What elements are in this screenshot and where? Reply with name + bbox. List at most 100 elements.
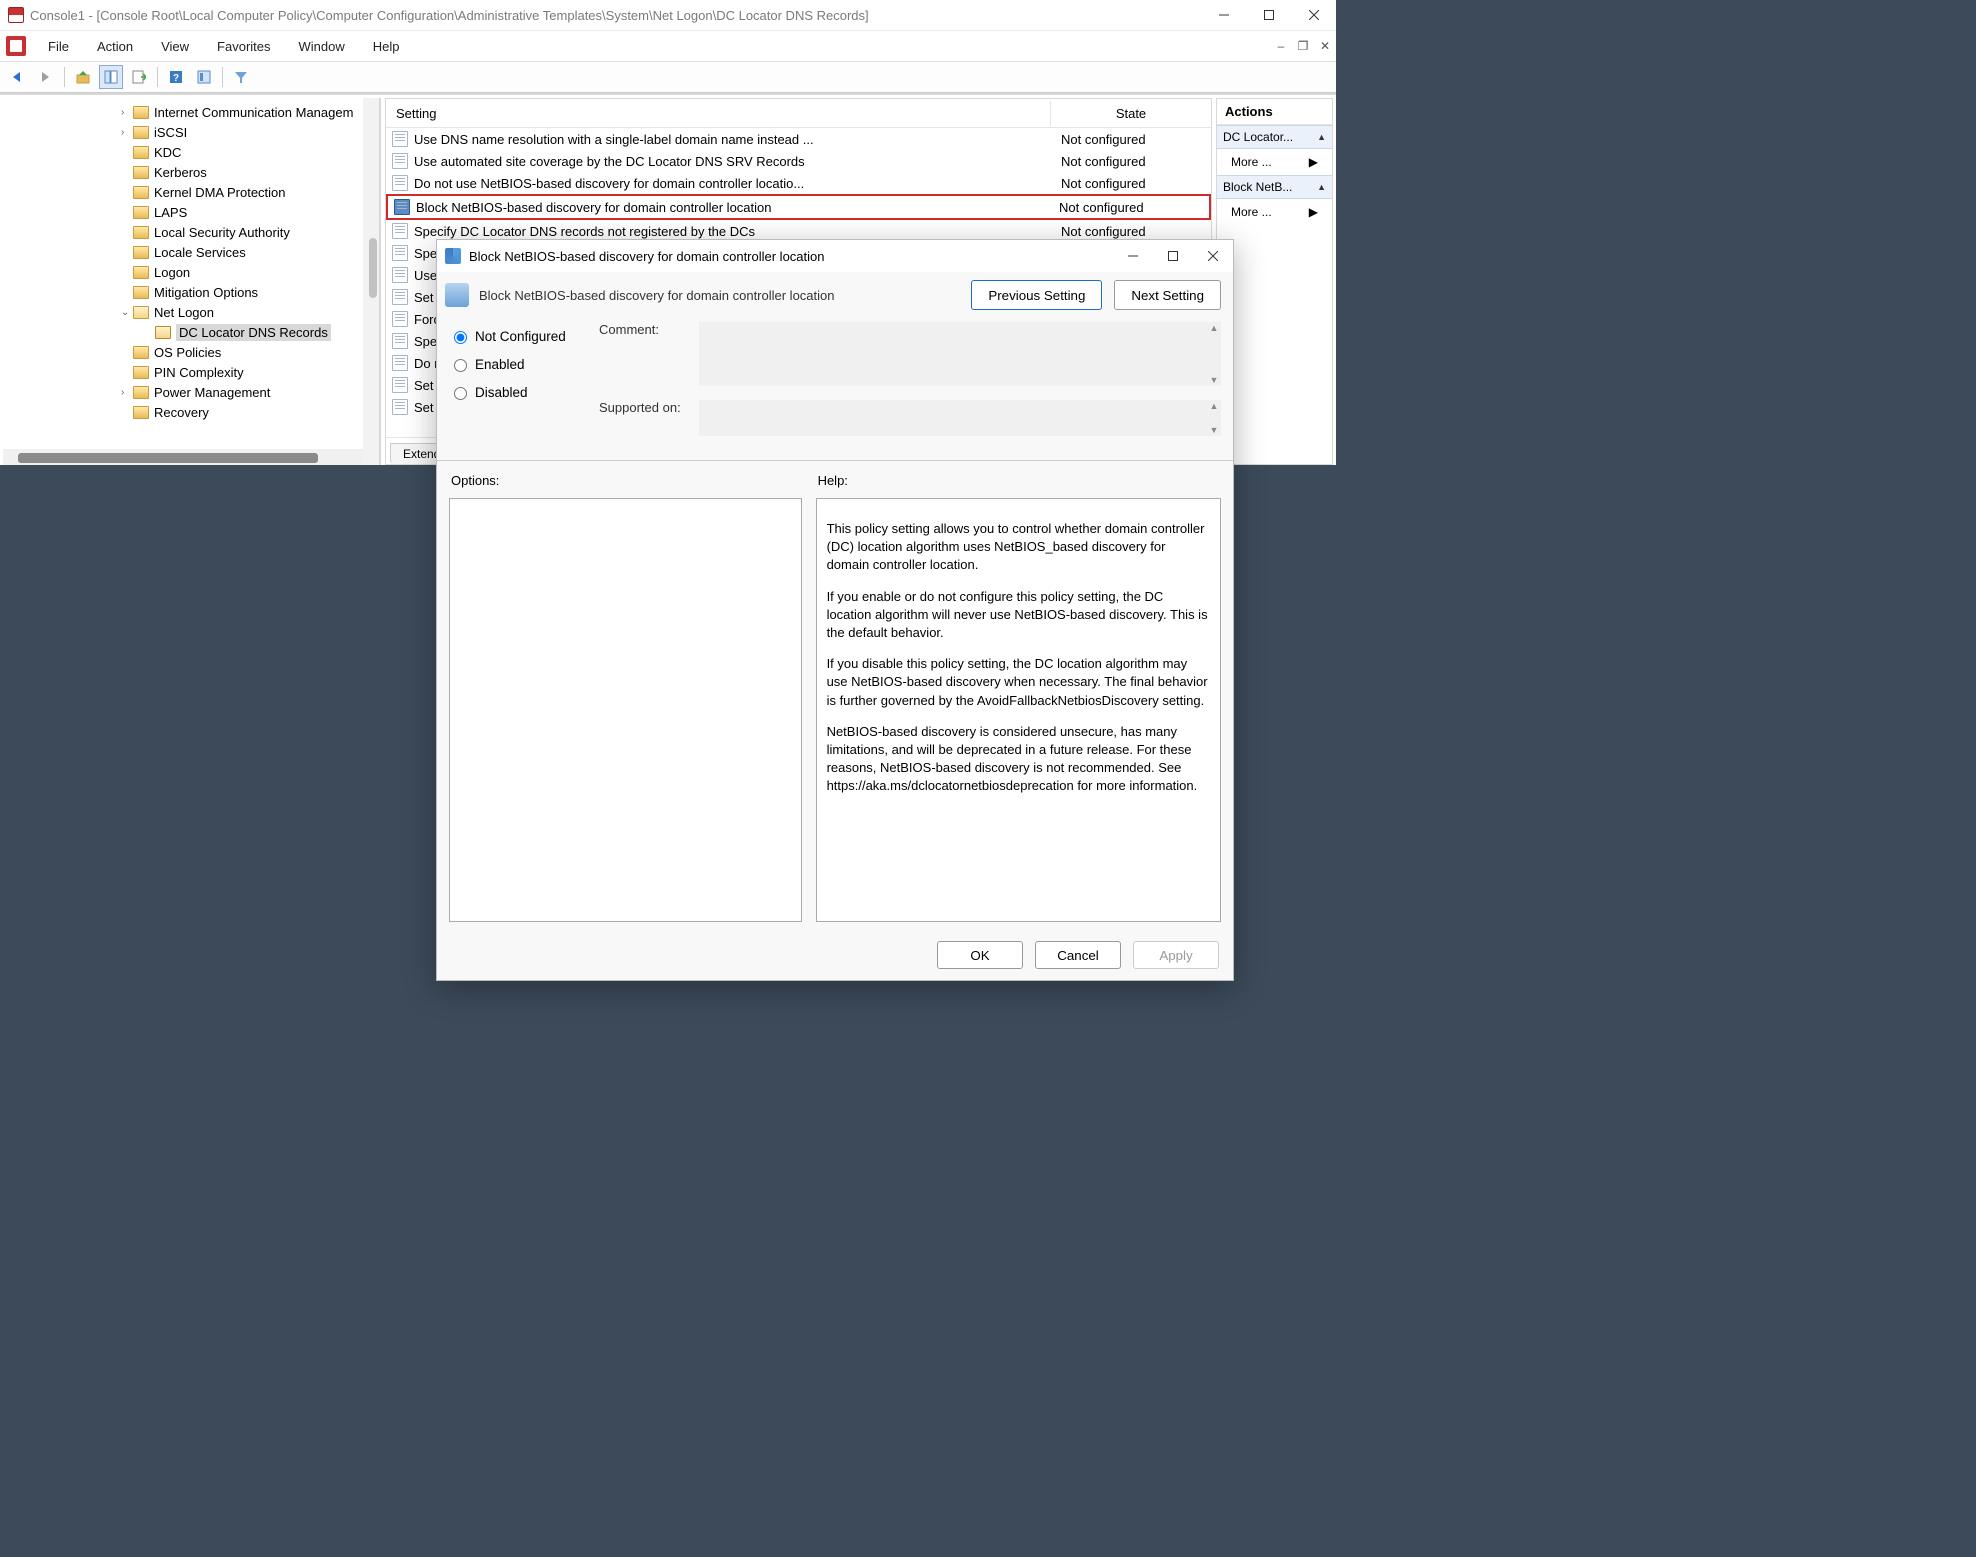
next-setting-button[interactable]: Next Setting: [1114, 280, 1221, 310]
folder-icon: [133, 246, 149, 259]
tree-item-label: Power Management: [154, 385, 270, 400]
tree-item-mitigation-options[interactable]: Mitigation Options: [3, 282, 379, 302]
tree-item-kerberos[interactable]: Kerberos: [3, 162, 379, 182]
menu-help[interactable]: Help: [359, 35, 414, 58]
col-setting[interactable]: Setting: [386, 101, 1051, 126]
dialog-footer: OK Cancel Apply: [437, 930, 1233, 980]
toolbar-separator: [222, 67, 223, 87]
folder-icon: [133, 366, 149, 379]
policy-item-icon: [392, 377, 408, 393]
dialog-header: Block NetBIOS-based discovery for domain…: [437, 272, 1233, 322]
filter-button[interactable]: [229, 65, 253, 89]
tree-item-label: Kerberos: [154, 165, 207, 180]
menu-file[interactable]: File: [34, 35, 83, 58]
policy-item-icon: [392, 267, 408, 283]
comment-textarea[interactable]: ▲▼: [699, 322, 1221, 386]
menu-action[interactable]: Action: [83, 35, 147, 58]
app-icon: [8, 7, 24, 23]
dialog-close-button[interactable]: [1193, 240, 1233, 272]
tree-vscrollbar[interactable]: [363, 98, 379, 465]
list-row-text: Use DNS name resolution with a single-la…: [414, 132, 1051, 147]
folder-icon: [133, 146, 149, 159]
properties-button[interactable]: [192, 65, 216, 89]
export-button[interactable]: [127, 65, 151, 89]
menu-view[interactable]: View: [147, 35, 203, 58]
mdi-controls: – ❐ ✕: [1270, 35, 1336, 57]
tree-item-laps[interactable]: LAPS: [3, 202, 379, 222]
policy-item-icon: [394, 199, 410, 215]
tree-item-power-management[interactable]: ›Power Management: [3, 382, 379, 402]
menu-window[interactable]: Window: [285, 35, 359, 58]
dialog-lower: Options: Help: This policy setting allow…: [437, 461, 1233, 930]
folder-icon: [133, 286, 149, 299]
list-row[interactable]: Use DNS name resolution with a single-la…: [386, 128, 1211, 150]
up-button[interactable]: [71, 65, 95, 89]
list-row[interactable]: Use automated site coverage by the DC Lo…: [386, 150, 1211, 172]
chevron-right-icon: ›: [121, 107, 131, 118]
tree-item-label: PIN Complexity: [154, 365, 244, 380]
previous-setting-button[interactable]: Previous Setting: [971, 280, 1102, 310]
help-box[interactable]: This policy setting allows you to contro…: [816, 498, 1221, 922]
tree-item-label: Logon: [154, 265, 190, 280]
actions-more-2[interactable]: More ... ▶: [1217, 199, 1332, 225]
help-button[interactable]: ?: [164, 65, 188, 89]
mmc-logo-icon: [6, 36, 26, 56]
apply-button[interactable]: Apply: [1133, 941, 1219, 969]
tree-pane: ›Internet Communication Managem›iSCSI KDC…: [3, 98, 381, 465]
mdi-minimize-icon[interactable]: –: [1270, 35, 1292, 57]
list-header: Setting State: [386, 99, 1211, 128]
help-paragraph: If you disable this policy setting, the …: [827, 655, 1210, 710]
folder-icon: [133, 226, 149, 239]
actions-group-dc-locator[interactable]: DC Locator... ▲: [1217, 125, 1332, 149]
tree-item-kdc[interactable]: KDC: [3, 142, 379, 162]
dialog-subtitle: Block NetBIOS-based discovery for domain…: [479, 288, 959, 303]
list-row[interactable]: Do not use NetBIOS-based discovery for d…: [386, 172, 1211, 194]
show-hide-tree-button[interactable]: [99, 65, 123, 89]
help-label: Help:: [816, 469, 1221, 498]
radio-disabled[interactable]: Disabled: [449, 378, 599, 406]
dialog-maximize-button[interactable]: [1153, 240, 1193, 272]
list-row-text: Block NetBIOS-based discovery for domain…: [416, 200, 1049, 215]
tree-item-label: Recovery: [154, 405, 209, 420]
ok-button[interactable]: OK: [937, 941, 1023, 969]
mdi-close-icon[interactable]: ✕: [1314, 35, 1336, 57]
tree-item-label: KDC: [154, 145, 181, 160]
tree-item-label: LAPS: [154, 205, 187, 220]
policy-dialog: Block NetBIOS-based discovery for domain…: [436, 239, 1234, 981]
actions-group-block-netb[interactable]: Block NetB... ▲: [1217, 175, 1332, 199]
back-button[interactable]: [6, 65, 30, 89]
policy-item-icon: [392, 355, 408, 371]
dialog-minimize-button[interactable]: [1113, 240, 1153, 272]
close-button[interactable]: [1291, 0, 1336, 30]
tree-item-recovery[interactable]: Recovery: [3, 402, 379, 422]
cancel-button[interactable]: Cancel: [1035, 941, 1121, 969]
maximize-button[interactable]: [1246, 0, 1291, 30]
tree-item-dc-locator-dns-records[interactable]: DC Locator DNS Records: [3, 322, 379, 342]
tree-item-pin-complexity[interactable]: PIN Complexity: [3, 362, 379, 382]
folder-icon: [133, 126, 149, 139]
folder-icon: [133, 406, 149, 419]
tree-item-net-logon[interactable]: ⌄Net Logon: [3, 302, 379, 322]
actions-more-1[interactable]: More ... ▶: [1217, 149, 1332, 175]
tree-hscrollbar[interactable]: [3, 449, 363, 465]
tree-item-locale-services[interactable]: Locale Services: [3, 242, 379, 262]
tree-item-internet-communication-managem[interactable]: ›Internet Communication Managem: [3, 102, 379, 122]
radio-enabled[interactable]: Enabled: [449, 350, 599, 378]
collapse-icon: ▲: [1317, 182, 1326, 192]
minimize-button[interactable]: [1201, 0, 1246, 30]
window-title: Console1 - [Console Root\Local Computer …: [30, 8, 869, 23]
tree-item-local-security-authority[interactable]: Local Security Authority: [3, 222, 379, 242]
col-state[interactable]: State: [1051, 101, 1211, 126]
tree-item-iscsi[interactable]: ›iSCSI: [3, 122, 379, 142]
tree-item-kernel-dma-protection[interactable]: Kernel DMA Protection: [3, 182, 379, 202]
dialog-title: Block NetBIOS-based discovery for domain…: [469, 249, 825, 264]
tree-item-logon[interactable]: Logon: [3, 262, 379, 282]
list-row[interactable]: Block NetBIOS-based discovery for domain…: [386, 194, 1211, 220]
list-row-state: Not configured: [1051, 224, 1211, 239]
menu-favorites[interactable]: Favorites: [203, 35, 284, 58]
mdi-restore-icon[interactable]: ❐: [1292, 35, 1314, 57]
tree-item-os-policies[interactable]: OS Policies: [3, 342, 379, 362]
radio-not-configured[interactable]: Not Configured: [449, 322, 599, 350]
tree-item-label: Locale Services: [154, 245, 246, 260]
forward-button[interactable]: [34, 65, 58, 89]
